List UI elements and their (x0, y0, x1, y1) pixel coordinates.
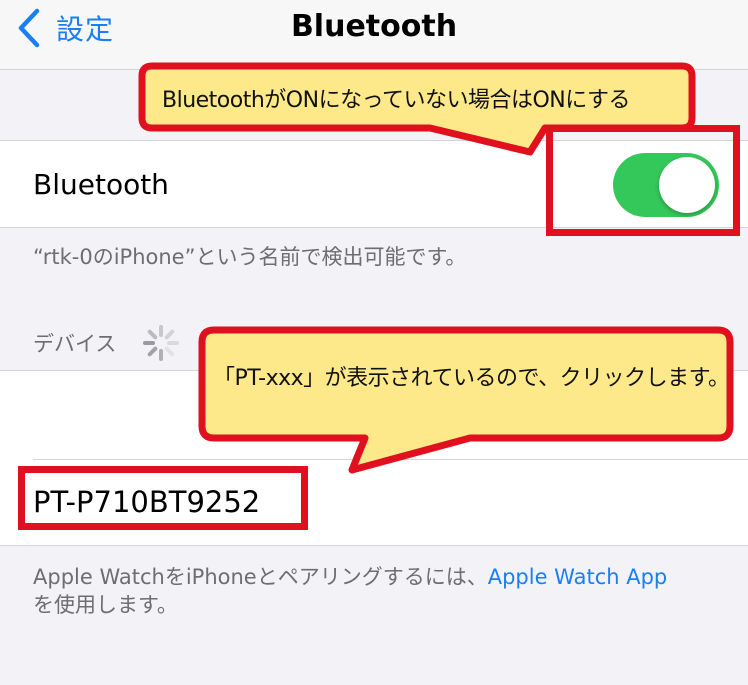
device-item-pt-p710bt[interactable]: PT-P710BT9252 (33, 484, 260, 520)
footnote-text-2: を使用します。 (33, 593, 178, 617)
apple-watch-footnote: Apple WatchをiPhoneとペアリングするには、Apple Watch… (33, 563, 733, 619)
discoverable-note: “rtk-0のiPhone”という名前で検出可能です。 (33, 245, 467, 269)
bluetooth-toggle[interactable] (613, 153, 719, 217)
navigation-bar: 設定 Bluetooth (0, 0, 748, 70)
divider (33, 459, 748, 460)
toggle-knob (659, 157, 715, 213)
callout-text-device: 「PT-xxx」が表示されているので、クリックします。 (213, 366, 730, 391)
apple-watch-app-link[interactable]: Apple Watch App (488, 565, 668, 589)
devices-section-header: デバイス (33, 332, 117, 356)
callout-text-toggle: BluetoothがONになっていない場合はONにする (162, 88, 630, 113)
bluetooth-label: Bluetooth (33, 168, 169, 201)
loading-spinner-icon (143, 325, 179, 361)
footnote-text: Apple WatchをiPhoneとペアリングするには、 (33, 565, 488, 589)
page-title: Bluetooth (290, 9, 458, 44)
